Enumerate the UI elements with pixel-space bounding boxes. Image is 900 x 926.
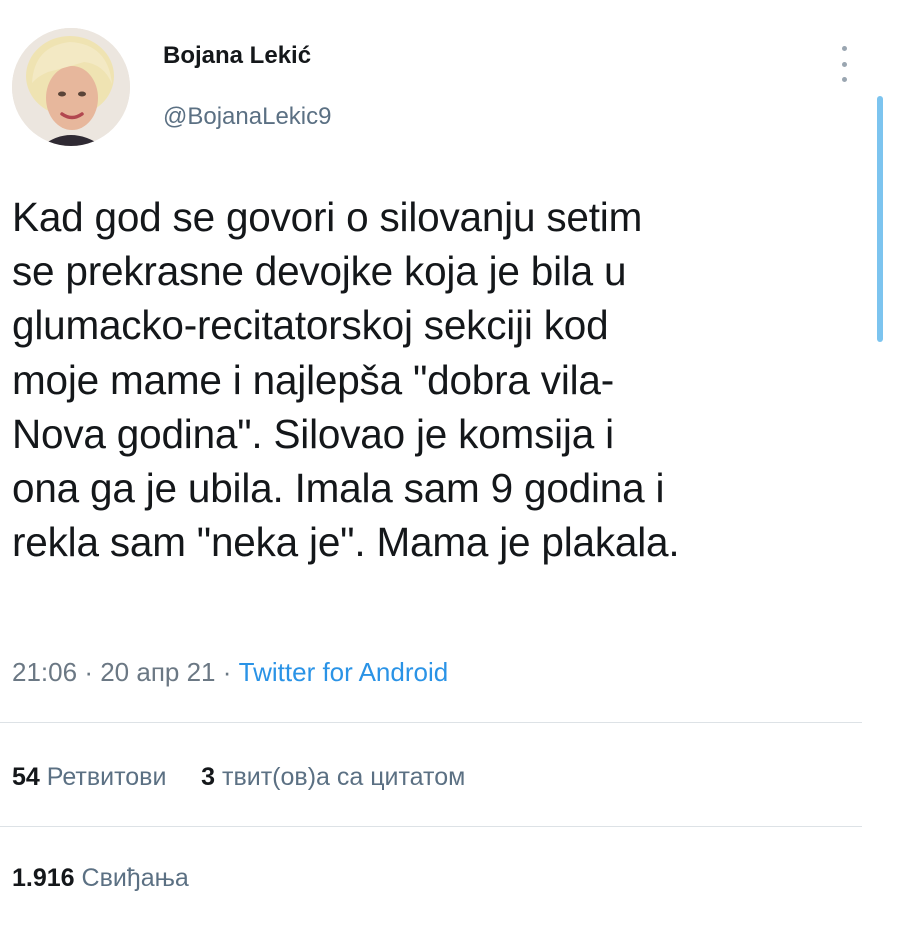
tweet-time[interactable]: 21:06 xyxy=(12,657,77,687)
more-vertical-icon[interactable] xyxy=(834,46,854,82)
tweet-meta: 21:06 · 20 апр 21 · Twitter for Android xyxy=(12,657,448,688)
likes-stats: 1.916 Свиђања xyxy=(12,864,189,893)
tweet-text-line: se prekrasne devojke koja je bila u xyxy=(12,248,627,295)
meta-separator: · xyxy=(84,657,93,687)
likes-count: 1.916 xyxy=(12,864,75,892)
retweets-stat[interactable]: 54 Ретвитови xyxy=(12,763,166,791)
tweet-source-link[interactable]: Twitter for Android xyxy=(239,657,449,687)
quotes-count: 3 xyxy=(201,763,216,791)
tweet-date[interactable]: 20 апр 21 xyxy=(100,657,215,687)
tweet-text-line: Kad god se govori o silovanju setim xyxy=(12,194,643,240)
tweet-text-line: moje mame i najlepša "dobra vila- xyxy=(12,356,615,403)
avatar[interactable] xyxy=(12,28,130,146)
tweet-text: Kad god se govori o silovanju setim se p… xyxy=(12,190,862,569)
tweet-text-line: glumacko-recitatorskoj sekciji kod xyxy=(12,302,609,349)
meta-separator: · xyxy=(222,657,232,687)
author-display-name[interactable]: Bojana Lekić xyxy=(163,42,311,70)
quotes-stat[interactable]: 3 твит(ов)а са цитатом xyxy=(201,763,465,791)
engagement-stats: 54 Ретвитови 3 твит(ов)а са цитатом xyxy=(12,763,465,792)
likes-label: Свиђања xyxy=(81,864,189,892)
author-handle[interactable]: @BojanaLekic9 xyxy=(163,103,331,131)
scrollbar[interactable] xyxy=(877,96,883,342)
avatar-image xyxy=(12,28,130,146)
divider xyxy=(0,722,862,723)
tweet-text-line: rekla sam "neka je". Mama je plakala. xyxy=(12,519,680,566)
divider xyxy=(0,826,862,827)
quotes-label: твит(ов)а са цитатом xyxy=(222,763,466,791)
tweet-text-line: Nova godina". Silovao je komsija i xyxy=(12,410,614,457)
likes-stat[interactable]: 1.916 Свиђања xyxy=(12,864,189,892)
retweets-count: 54 xyxy=(12,763,40,791)
retweets-label: Ретвитови xyxy=(46,763,167,791)
tweet-text-line: ona ga je ubila. Imala sam 9 godina i xyxy=(12,465,665,512)
